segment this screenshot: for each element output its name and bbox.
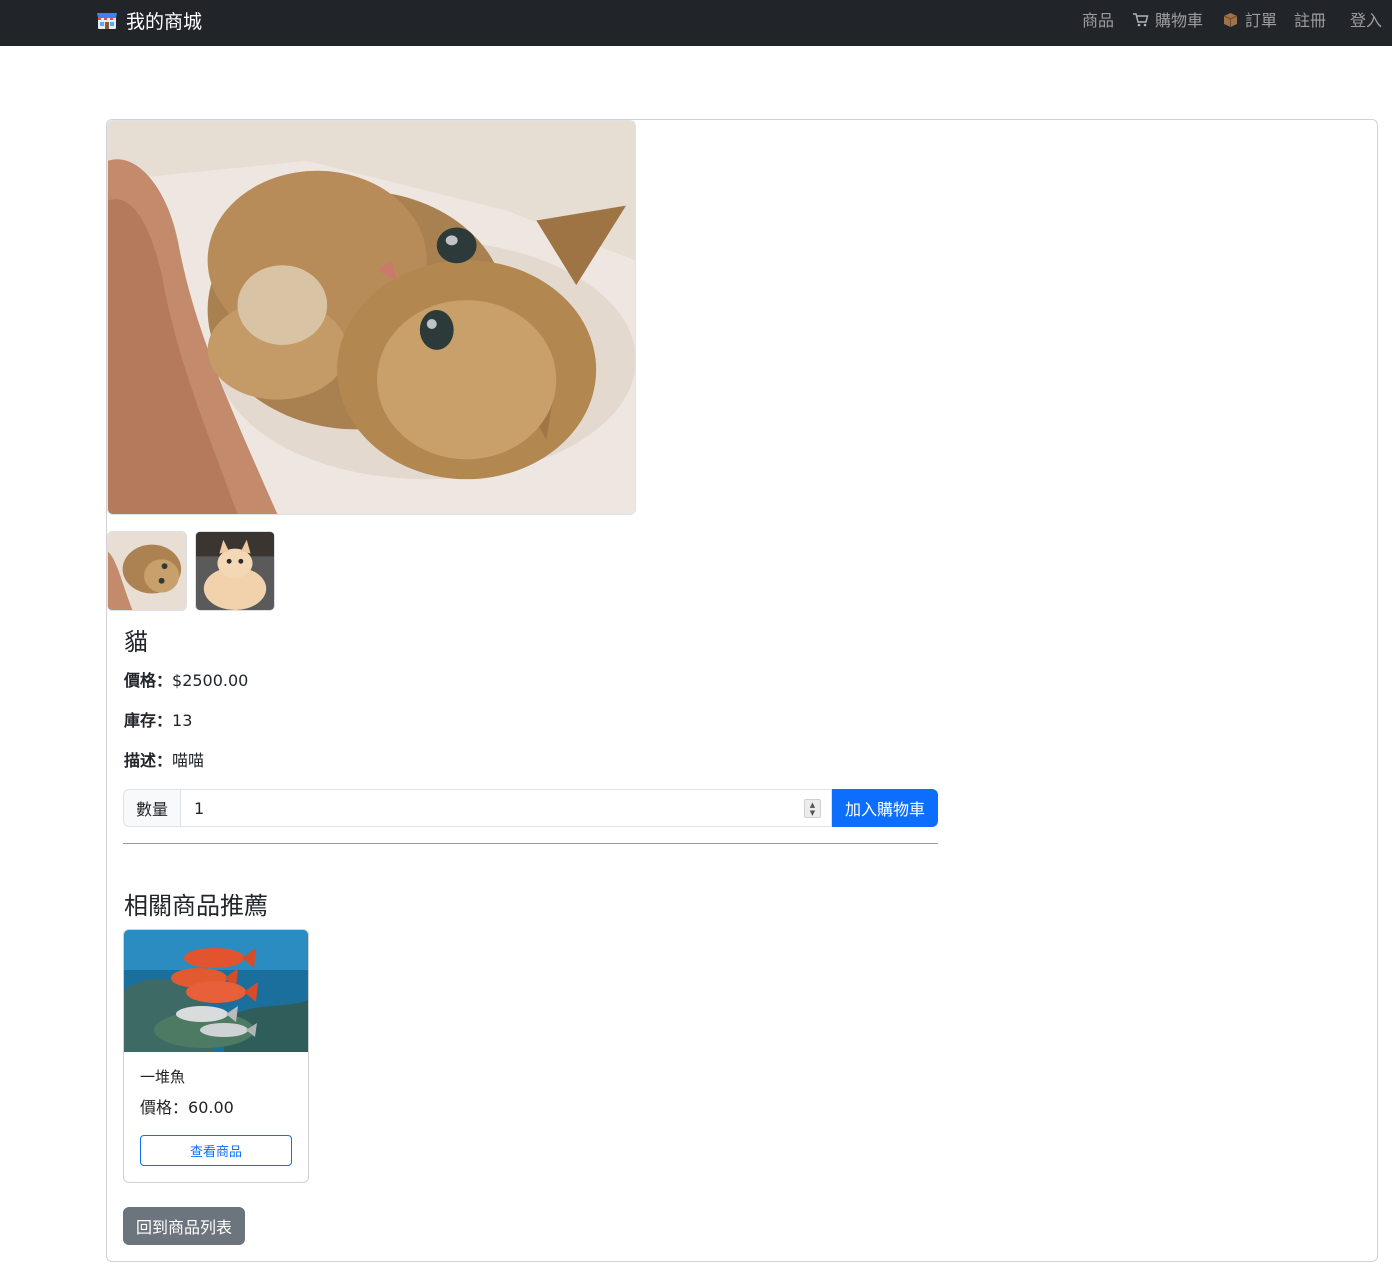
product-stock-line: 庫存：13 [124,709,192,733]
description-value: 喵喵 [172,751,205,770]
nav-register[interactable]: 註冊 [1294,0,1326,38]
section-divider [123,843,938,844]
nav-orders-label: 訂單 [1245,11,1278,30]
store-icon [96,9,118,31]
brand-title: 我的商城 [126,10,203,33]
price-label: 價格： [124,671,173,690]
add-to-cart-button[interactable]: 加入購物車 [832,789,938,827]
nav-cart[interactable]: 購物車 [1132,0,1203,38]
product-price-line: 價格：$2500.00 [124,669,248,693]
related-product-card: 一堆魚 價格：60.00 查看商品 [123,929,309,1183]
quantity-input-group: 數量 1 ▲ ▼ 加入購物車 [123,789,938,827]
related-price-label: 價格： [140,1098,189,1117]
related-products-title: 相關商品推薦 [124,892,268,920]
product-description-line: 描述：喵喵 [124,749,204,773]
view-product-button[interactable]: 查看商品 [140,1135,292,1166]
brand-link[interactable]: 我的商城 [96,0,202,40]
product-main-image [107,120,636,515]
back-to-list-button[interactable]: 回到商品列表 [123,1207,245,1245]
stock-label: 庫存： [124,711,173,730]
top-navbar: 我的商城 商品 購物車 訂單 註冊 登入 [0,0,1392,46]
related-price-value: 60.00 [188,1098,234,1117]
related-product-name: 一堆魚 [140,1068,186,1086]
stepper-up-icon: ▲ [809,800,816,809]
quantity-input[interactable]: 1 ▲ ▼ [180,789,832,827]
quantity-value: 1 [194,798,205,818]
price-value: $2500.00 [172,671,249,690]
nav-orders[interactable]: 訂單 [1222,0,1277,38]
related-product-image [124,930,308,1052]
stepper-down-icon: ▼ [809,808,816,817]
thumbnail-2[interactable] [195,531,275,611]
stock-value: 13 [172,711,193,730]
nav-cart-label: 購物車 [1155,11,1204,30]
nav-products-label: 商品 [1082,11,1115,30]
nav-login-label: 登入 [1350,11,1383,30]
quantity-stepper[interactable]: ▲ ▼ [804,799,821,818]
description-label: 描述： [124,751,173,770]
shopping-cart-icon [1132,11,1149,28]
nav-products[interactable]: 商品 [1082,0,1114,38]
quantity-label: 數量 [123,789,180,827]
related-product-price: 價格：60.00 [140,1096,234,1120]
product-title: 貓 [124,628,148,656]
nav-login[interactable]: 登入 [1350,0,1382,38]
nav-register-label: 註冊 [1294,11,1327,30]
package-box-icon [1222,11,1239,28]
thumbnail-1[interactable] [107,531,187,611]
